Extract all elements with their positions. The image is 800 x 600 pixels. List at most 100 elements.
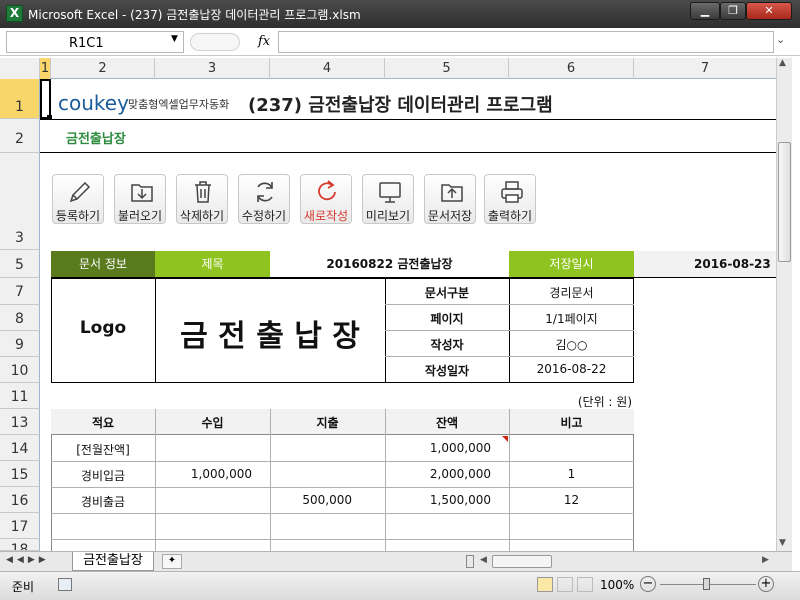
col-header-income: 수입	[201, 416, 224, 430]
print-label: 출력하기	[487, 209, 533, 223]
unit-note: (단위 : 원)	[577, 395, 632, 409]
column-header[interactable]: 7	[634, 58, 776, 79]
page-title: (237) 금전출납장 데이터관리 프로그램	[248, 95, 553, 116]
col-header-memo: 적요	[91, 416, 115, 430]
chevron-down-icon[interactable]: ▼	[171, 34, 178, 44]
row-header[interactable]: 9	[0, 331, 40, 357]
monitor-icon	[379, 182, 401, 203]
new-icon	[318, 180, 336, 201]
status-ready: 준비	[12, 580, 35, 594]
zoom-slider-thumb[interactable]	[703, 578, 710, 590]
row-header[interactable]: 7	[0, 278, 40, 305]
table-cell[interactable]: 500,000	[270, 493, 385, 507]
comment-indicator-icon[interactable]	[502, 436, 508, 442]
table-cell[interactable]: [전월잔액]	[51, 441, 155, 458]
scroll-right-icon[interactable]: ▶	[762, 555, 769, 565]
zoom-in-icon[interactable]: +	[758, 576, 774, 592]
row-header[interactable]: 3	[0, 153, 40, 250]
col-header-expense: 지출	[316, 416, 339, 430]
column-header[interactable]: 1	[40, 58, 51, 79]
sheet-nav-arrows-icon[interactable]: ◀◀▶▶	[6, 555, 50, 565]
table-cell[interactable]: 1,500,000	[385, 493, 509, 507]
normal-view-icon[interactable]	[537, 577, 553, 592]
meta-value[interactable]: 1/1페이지	[509, 310, 634, 327]
sheet-tab-bar: ◀◀▶▶ 금전출납장 ✦ ◀ ▶	[0, 551, 792, 571]
active-cell[interactable]	[40, 79, 51, 119]
row-header[interactable]: 2	[0, 119, 40, 153]
macro-record-icon[interactable]	[58, 578, 72, 591]
scroll-down-icon[interactable]: ▼	[779, 538, 786, 548]
row-header[interactable]: 18	[0, 539, 40, 551]
meta-label: 작성일자	[424, 364, 470, 378]
row-header[interactable]: 5	[0, 250, 40, 278]
scroll-up-icon[interactable]: ▲	[779, 58, 786, 68]
save-doc-label: 문서저장	[427, 209, 473, 223]
table-cell[interactable]: 1,000,000	[385, 441, 509, 455]
page-layout-icon[interactable]	[557, 577, 573, 592]
row-header[interactable]: 17	[0, 513, 40, 539]
row-header[interactable]: 1	[0, 79, 40, 119]
expand-formula-icon[interactable]: ⌄	[776, 33, 785, 46]
divider	[51, 513, 634, 514]
meta-value[interactable]: 경리문서	[509, 284, 634, 301]
section-title: 금전출납장	[66, 132, 126, 147]
row-header[interactable]: 10	[0, 357, 40, 383]
column-header[interactable]: 4	[270, 58, 385, 79]
page-break-icon[interactable]	[577, 577, 593, 592]
col-header-note: 비고	[560, 416, 583, 430]
doc-big-title: 금 전 출 납 장	[180, 319, 360, 354]
minimize-button[interactable]: ▁	[690, 2, 720, 20]
divider	[385, 304, 634, 305]
scroll-left-icon[interactable]: ◀	[480, 555, 487, 565]
divider	[40, 152, 776, 153]
worksheet[interactable]: coukey 맞춤형엑셀업무자동화 (237) 금전출납장 데이터관리 프로그램…	[40, 79, 776, 551]
zoom-level[interactable]: 100%	[600, 578, 634, 592]
maximize-button[interactable]: ❐	[720, 2, 746, 20]
insert-function-icon[interactable]: fx	[258, 34, 270, 49]
row-header[interactable]: 13	[0, 409, 40, 435]
saved-value[interactable]: 2016-08-23 18	[634, 251, 776, 277]
zoom-out-icon[interactable]: −	[640, 576, 656, 592]
formula-input[interactable]	[278, 31, 774, 53]
scroll-thumb[interactable]	[778, 142, 791, 262]
table-cell[interactable]: 경비출금	[51, 493, 155, 510]
horizontal-scroll-thumb[interactable]	[492, 555, 552, 568]
meta-value[interactable]: 2016-08-22	[509, 362, 634, 376]
name-box[interactable]: R1C1 ▼	[6, 31, 184, 53]
excel-app-icon[interactable]: X	[6, 5, 23, 22]
column-header[interactable]: 2	[51, 58, 155, 79]
split-handle[interactable]	[466, 555, 474, 568]
status-bar: 준비 100% − +	[0, 571, 800, 600]
sheet-tab-active[interactable]: 금전출납장	[72, 552, 154, 571]
row-header[interactable]: 15	[0, 461, 40, 487]
table-cell[interactable]: 2,000,000	[385, 467, 509, 481]
edit-label: 수정하기	[241, 209, 287, 223]
divider	[51, 461, 634, 462]
title-value[interactable]: 20160822 금전출납장	[270, 251, 509, 277]
column-header[interactable]: 3	[155, 58, 270, 79]
vertical-scrollbar[interactable]: ▲ ▼	[776, 58, 792, 551]
column-header[interactable]: 5	[385, 58, 509, 79]
row-header[interactable]: 11	[0, 383, 40, 409]
meta-value[interactable]: 김○○	[509, 336, 634, 353]
column-headers: 1 2 3 4 5 6 7	[0, 58, 776, 79]
row-header[interactable]: 14	[0, 435, 40, 461]
divider	[51, 487, 634, 488]
close-button[interactable]: ✕	[746, 2, 792, 20]
row-header[interactable]: 16	[0, 487, 40, 513]
table-cell[interactable]: 1	[509, 467, 634, 481]
formula-bar-grip[interactable]	[190, 33, 240, 51]
new-sheet-icon[interactable]: ✦	[162, 554, 182, 569]
table-cell[interactable]: 경비입금	[51, 467, 155, 484]
title-label: 제목	[155, 251, 270, 277]
preview-label: 미리보기	[365, 209, 411, 223]
row-header[interactable]: 8	[0, 305, 40, 331]
delete-label: 삭제하기	[179, 209, 225, 223]
select-all-corner[interactable]	[0, 58, 40, 79]
column-header[interactable]: 6	[509, 58, 634, 79]
table-cell[interactable]: 1,000,000	[155, 467, 270, 481]
table-cell[interactable]: 12	[509, 493, 634, 507]
load-label: 불러오기	[117, 209, 163, 223]
divider	[385, 356, 634, 357]
divider	[51, 539, 634, 540]
